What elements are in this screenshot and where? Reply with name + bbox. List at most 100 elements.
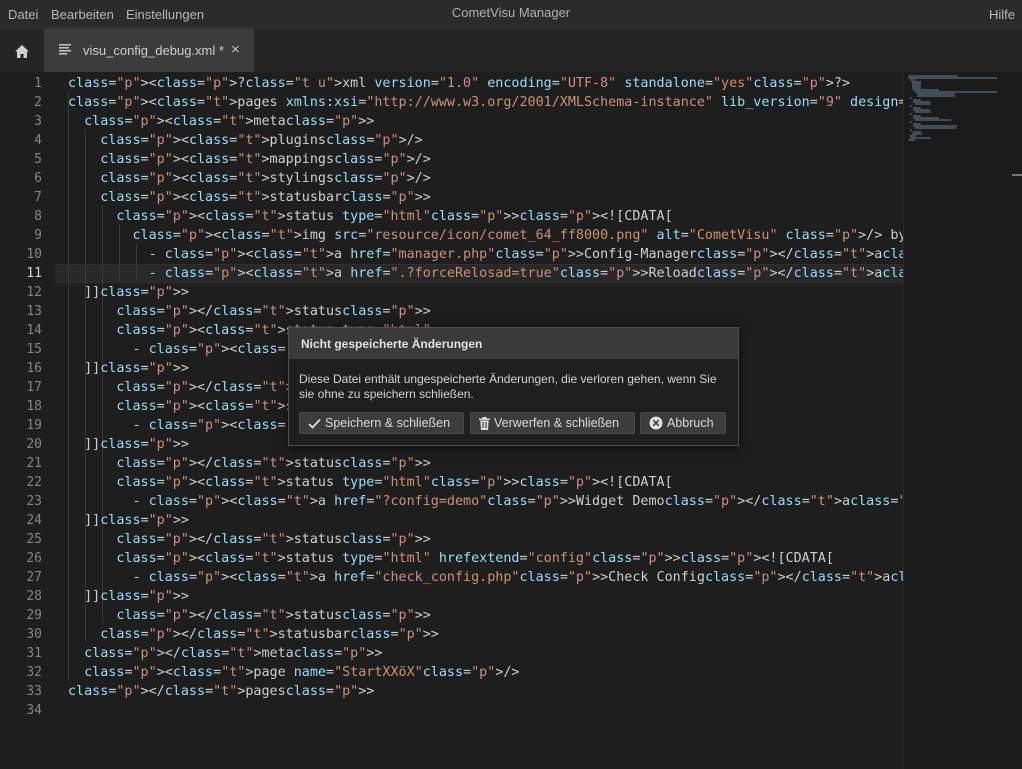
line-number: 29	[26, 608, 42, 623]
minimap-line	[908, 139, 916, 141]
line-number: 33	[26, 684, 42, 699]
minimap-line	[909, 129, 913, 131]
code-line[interactable]: class="p"><class="p">?class="t u">xml ve…	[68, 74, 850, 93]
line-number-gutter: 1 2 3 4 5 6 7 8 9 10 11 12 13 14 15 16 17 18 19 20 21 22 23 24 2…	[0, 72, 55, 769]
line-number: 32	[26, 665, 42, 680]
code-line[interactable]: class="p"><class="t">mappingsclass="p">/…	[68, 150, 431, 169]
line-number: 11	[26, 266, 42, 281]
code-line[interactable]: - class="p"><class="t">a href="?config=d…	[68, 492, 903, 511]
menu-bar: Datei Bearbeiten Einstellungen CometVisu…	[0, 0, 1022, 28]
minimap-line	[909, 97, 913, 99]
window-title: CometVisu Manager	[451, 5, 571, 20]
line-number: 22	[26, 475, 42, 490]
line-number: 19	[26, 418, 42, 433]
line-number: 12	[26, 285, 42, 300]
dialog-title: Nicht gespeicherte Änderungen	[301, 337, 483, 351]
tab-label: visu_config_debug.xml *	[83, 43, 224, 58]
code-line[interactable]: ]]class="p">>	[68, 587, 189, 606]
home-icon	[15, 44, 29, 58]
code-line[interactable]: - class="p"><class="t">a href=".?forceRe…	[68, 264, 903, 283]
minimap-line	[908, 77, 998, 79]
code-line[interactable]: class="p"></class="t">statusbarclass="p"…	[68, 625, 439, 644]
code-line[interactable]: - class="p"><class="t">a href="manager.p…	[68, 245, 903, 264]
line-number: 10	[26, 247, 42, 262]
code-line[interactable]: class="p"></class="t">statusclass="p">>	[68, 302, 430, 321]
line-number: 13	[26, 304, 42, 319]
line-number: 30	[26, 627, 42, 642]
home-button[interactable]	[0, 29, 44, 73]
code-line[interactable]: class="p"></class="t">metaclass="p">>	[68, 644, 382, 663]
minimap-line	[917, 95, 955, 97]
line-number: 28	[26, 589, 42, 604]
unsaved-changes-dialog: Nicht gespeicherte Änderungen Diese Date…	[288, 327, 739, 446]
tab-visu-config-debug[interactable]: visu_config_debug.xml * ×	[44, 29, 254, 73]
minimap-line	[909, 105, 913, 107]
line-number: 17	[26, 380, 42, 395]
discard-close-button[interactable]: Verwerfen & schließen	[470, 412, 635, 434]
minimap-line	[915, 119, 952, 121]
minimap[interactable]	[903, 72, 1022, 769]
code-line[interactable]: - class="p"><class="t">a href="check_con…	[68, 568, 903, 587]
save-close-label: Speichern & schließen	[325, 416, 451, 430]
cancel-label: Abbruch	[667, 416, 714, 430]
code-line[interactable]: class="p"></class="t">statusclass="p">>	[68, 530, 430, 549]
minimap-line	[915, 127, 956, 129]
line-number: 26	[26, 551, 42, 566]
line-number: 14	[26, 323, 42, 338]
code-line[interactable]: class="p"><class="t">page name="StartXXö…	[68, 663, 519, 682]
line-number: 7	[34, 190, 42, 205]
code-line[interactable]: class="p"><class="t">metaclass="p">>	[68, 112, 374, 131]
scrollbar-thumb[interactable]	[1012, 174, 1022, 176]
code-line[interactable]: ]]class="p">>	[68, 283, 189, 302]
code-line[interactable]: class="p"><class="t">pages xmlns:xsi="ht…	[68, 93, 903, 112]
line-number: 31	[26, 646, 42, 661]
line-number: 18	[26, 399, 42, 414]
line-number: 1	[34, 76, 42, 91]
dialog-header: Nicht gespeicherte Änderungen	[289, 328, 738, 359]
code-line[interactable]: class="p"><class="t">status type="html"c…	[68, 207, 672, 226]
code-line[interactable]: class="p"></class="t">pagesclass="p">>	[68, 682, 374, 701]
minimap-line	[915, 103, 932, 105]
code-line[interactable]: ]]class="p">>	[68, 359, 189, 378]
line-number: 25	[26, 532, 42, 547]
line-number: 6	[34, 171, 42, 186]
tab-close-icon[interactable]: ×	[231, 41, 240, 58]
code-line[interactable]: ]]class="p">>	[68, 511, 189, 530]
line-number: 9	[34, 228, 42, 243]
code-line[interactable]: class="p"><class="t">status type="html" …	[68, 549, 834, 568]
code-line[interactable]: ]]class="p">>	[68, 435, 189, 454]
line-number: 27	[26, 570, 42, 585]
code-line[interactable]: class="p"></class="t">statusclass="p">>	[68, 454, 430, 473]
check-icon	[308, 418, 321, 429]
line-number: 34	[26, 703, 42, 718]
line-number: 16	[26, 361, 42, 376]
discard-close-label: Verwerfen & schließen	[494, 416, 620, 430]
code-line[interactable]: class="p"><class="t">img src="resource/i…	[68, 226, 904, 245]
line-number: 4	[34, 133, 42, 148]
line-number: 20	[26, 437, 42, 452]
dialog-message: Diese Datei enthält ungespeicherte Änder…	[299, 372, 717, 401]
minimap-line	[909, 113, 913, 115]
trash-icon	[479, 416, 490, 430]
code-line[interactable]: class="p"><class="t">statusbarclass="p">…	[68, 188, 431, 207]
code-line[interactable]: class="p"><class="t">stylingsclass="p">/…	[68, 169, 431, 188]
code-line[interactable]: class="p"><class="t">pluginsclass="p">/>	[68, 131, 423, 150]
close-circle-icon	[649, 416, 663, 430]
line-number: 21	[26, 456, 42, 471]
minimap-line	[915, 111, 932, 113]
line-number: 15	[26, 342, 42, 357]
tab-bar: visu_config_debug.xml * ×	[0, 28, 1022, 73]
save-close-button[interactable]: Speichern & schließen	[299, 412, 464, 434]
cancel-button[interactable]: Abbruch	[640, 412, 726, 434]
minimap-line	[909, 121, 913, 123]
menu-hilfe[interactable]: Hilfe	[989, 7, 1015, 22]
line-number: 23	[26, 494, 42, 509]
code-line[interactable]: class="p"></class="t">statusclass="p">>	[68, 606, 430, 625]
line-number: 2	[34, 95, 42, 110]
code-line[interactable]: class="p"><class="t">status type="html"c…	[68, 473, 672, 492]
line-number: 8	[34, 209, 42, 224]
line-number: 5	[34, 152, 42, 167]
line-number: 3	[34, 114, 42, 129]
line-number: 24	[26, 513, 42, 528]
file-text-icon	[59, 44, 71, 55]
